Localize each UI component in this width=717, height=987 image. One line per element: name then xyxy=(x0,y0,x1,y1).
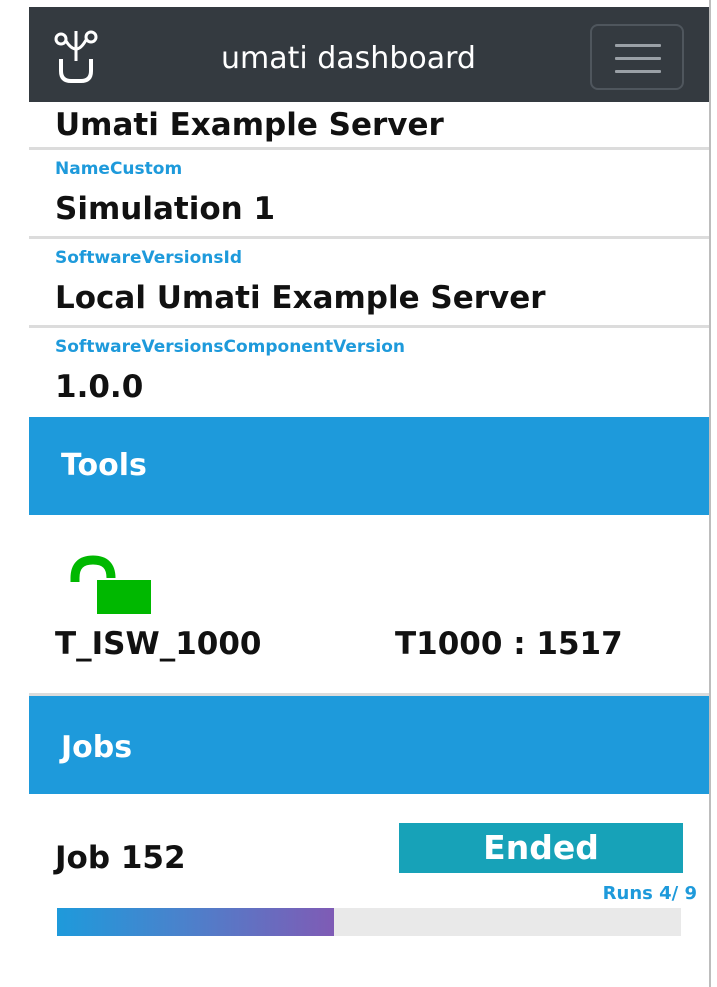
info-row-name-custom: NameCustom Simulation 1 xyxy=(29,150,709,239)
jobs-title: Jobs xyxy=(61,730,133,765)
brand-title[interactable]: umati dashboard xyxy=(221,41,476,77)
hamburger-menu-icon-bar xyxy=(615,70,661,73)
tool-name: T_ISW_1000 xyxy=(55,626,262,662)
info-row-component-version: SoftwareVersionsComponentVersion 1.0.0 xyxy=(29,328,709,417)
hamburger-menu-icon-bar xyxy=(615,57,661,60)
jobs-section-header[interactable]: Jobs xyxy=(29,696,709,794)
job-progress-fill xyxy=(57,908,335,936)
tools-section-header[interactable]: Tools xyxy=(29,417,709,515)
job-runs-count: Runs 4/ 9 xyxy=(602,883,697,904)
field-value: Local Umati Example Server xyxy=(55,280,546,316)
umati-logo-icon[interactable] xyxy=(53,27,99,83)
hamburger-menu-icon xyxy=(615,44,661,47)
hamburger-menu-button[interactable] xyxy=(590,24,684,90)
field-label: SoftwareVersionsComponentVersion xyxy=(55,337,405,357)
job-name: Job 152 xyxy=(55,840,186,876)
info-row-software-versions-id: SoftwareVersionsId Local Umati Example S… xyxy=(29,239,709,328)
job-status-badge: Ended xyxy=(399,823,683,873)
dashboard-frame: umati dashboard Umati Example Server Nam… xyxy=(29,7,709,987)
unlocked-lock-icon xyxy=(70,555,151,614)
field-value: 1.0.0 xyxy=(55,369,144,405)
field-label: SoftwareVersionsId xyxy=(55,248,243,268)
server-name: Umati Example Server xyxy=(55,107,444,143)
navbar: umati dashboard xyxy=(29,7,709,102)
server-name-row: Umati Example Server xyxy=(29,102,709,150)
job-progress-bar xyxy=(57,908,681,936)
tool-id: T1000 : 1517 xyxy=(395,626,623,662)
field-label: NameCustom xyxy=(55,159,183,179)
tools-title: Tools xyxy=(61,448,147,483)
field-value: Simulation 1 xyxy=(55,191,276,227)
window-edge xyxy=(709,0,717,987)
